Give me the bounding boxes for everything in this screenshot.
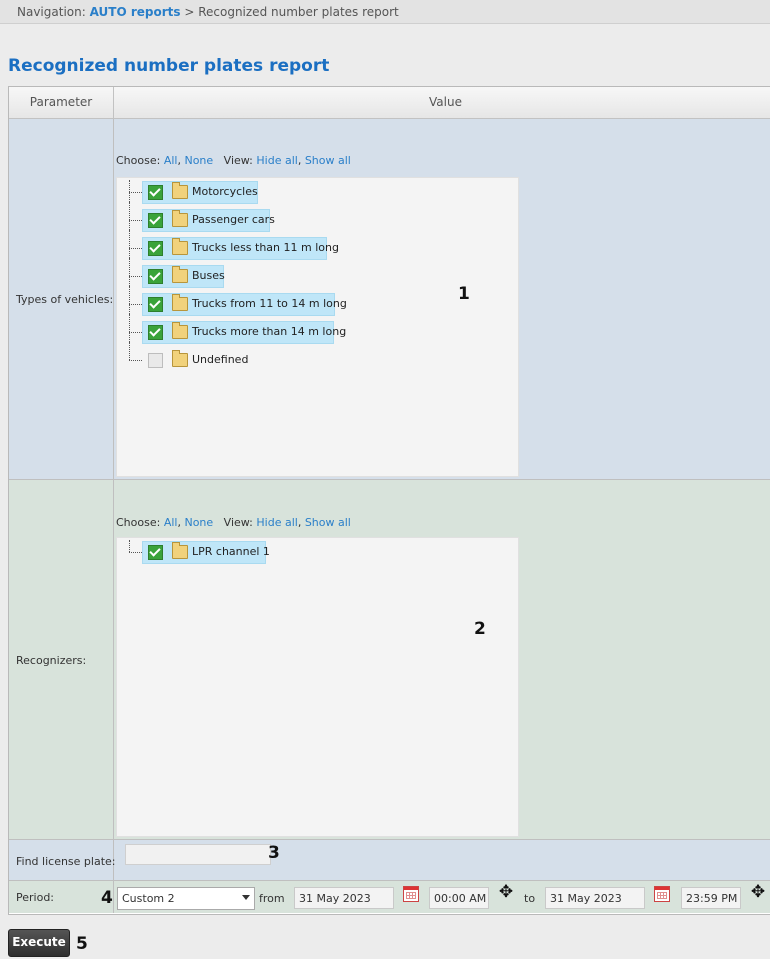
period-select[interactable]: Custom 2: [117, 887, 255, 910]
choose-all-link[interactable]: All: [164, 154, 178, 167]
to-label: to: [524, 892, 536, 905]
report-parameters-table: Parameter Value Types of vehicles: Choos…: [8, 86, 770, 915]
choose-label: Choose:: [116, 154, 161, 167]
period-label: Period:: [16, 891, 55, 904]
tree-item-motorcycles[interactable]: Motorcycles: [117, 180, 517, 204]
from-time-value: 00:00 AM: [434, 892, 487, 905]
checkbox[interactable]: [148, 325, 163, 340]
tree-item-undefined[interactable]: Undefined: [117, 342, 517, 372]
chevron-down-icon: [242, 895, 250, 900]
folder-icon: [172, 210, 188, 227]
calendar-icon[interactable]: [403, 886, 419, 902]
recognizers-label: Recognizers:: [16, 654, 87, 667]
plate-label: Find license plate:: [16, 855, 116, 868]
tree-item-label: Undefined: [192, 353, 249, 366]
from-time-field[interactable]: 00:00 AM: [429, 887, 489, 909]
time-picker-icon[interactable]: ✥: [748, 882, 768, 902]
recognizers-choose-bar: Choose: All, None View: Hide all, Show a…: [116, 516, 351, 529]
tree-item-passenger-cars[interactable]: Passenger cars: [117, 202, 517, 232]
folder-icon: [172, 322, 188, 339]
to-time-value: 23:59 PM: [686, 892, 738, 905]
tree-item-buses[interactable]: Buses: [117, 258, 517, 288]
to-date-field[interactable]: 31 May 2023: [545, 887, 645, 909]
breadcrumb-prefix: Navigation:: [17, 5, 90, 19]
navigation-bar: Navigation: AUTO reports > Recognized nu…: [0, 0, 770, 24]
to-date-value: 31 May 2023: [550, 892, 622, 905]
license-plate-input[interactable]: [125, 844, 271, 865]
annotation-marker-1: 1: [458, 284, 470, 304]
annotation-marker-4: 4: [101, 888, 113, 908]
plate-label-cell: Find license plate:: [9, 840, 116, 880]
checkbox[interactable]: [148, 297, 163, 312]
annotation-marker-2: 2: [474, 619, 486, 639]
checkbox[interactable]: [148, 213, 163, 228]
vehicles-label: Types of vehicles:: [16, 293, 114, 306]
show-all-link[interactable]: Show all: [305, 154, 351, 167]
annotation-marker-3: 3: [268, 843, 280, 863]
tree-item-lpr-channel-1[interactable]: LPR channel 1: [117, 540, 517, 564]
folder-icon: [172, 350, 188, 367]
choose-label: Choose:: [116, 516, 161, 529]
from-label: from: [259, 892, 285, 905]
checkbox[interactable]: [148, 185, 163, 200]
folder-icon: [172, 238, 188, 255]
choose-all-link[interactable]: All: [164, 516, 178, 529]
execute-button[interactable]: Execute: [8, 929, 70, 957]
from-date-value: 31 May 2023: [299, 892, 371, 905]
view-label: View:: [223, 516, 253, 529]
tree-item-label: Trucks more than 14 m long: [192, 325, 347, 338]
tree-item-label: Trucks from 11 to 14 m long: [192, 297, 347, 310]
tree-item-label: Buses: [192, 269, 225, 282]
vehicles-choose-bar: Choose: All, None View: Hide all, Show a…: [116, 154, 351, 167]
folder-icon: [172, 294, 188, 311]
tree-item-trucks-less-11m[interactable]: Trucks less than 11 m long: [117, 230, 517, 260]
plate-row: Find license plate:: [9, 840, 770, 881]
tree-item-label: Motorcycles: [192, 185, 258, 198]
tree-item-trucks-11-14m[interactable]: Trucks from 11 to 14 m long: [117, 286, 517, 316]
tree-item-label: Passenger cars: [192, 213, 275, 226]
checkbox[interactable]: [148, 241, 163, 256]
vehicles-label-cell: Types of vehicles:: [9, 119, 114, 479]
folder-icon: [172, 266, 188, 283]
breadcrumb: Navigation: AUTO reports > Recognized nu…: [17, 5, 399, 19]
recognizers-row: Recognizers: Choose: All, None View: Hid…: [9, 480, 770, 840]
checkbox[interactable]: [148, 353, 163, 368]
show-all-link[interactable]: Show all: [305, 516, 351, 529]
time-picker-icon[interactable]: ✥: [496, 882, 516, 902]
page-title: Recognized number plates report: [8, 56, 330, 76]
column-header-parameter: Parameter: [9, 87, 114, 119]
choose-none-link[interactable]: None: [184, 154, 213, 167]
checkbox[interactable]: [148, 545, 163, 560]
tree-item-label: LPR channel 1: [192, 545, 270, 558]
period-label-cell: Period:: [9, 881, 114, 913]
hide-all-link[interactable]: Hide all: [256, 154, 297, 167]
annotation-marker-5: 5: [76, 934, 88, 954]
recognizers-tree: LPR channel 1: [116, 537, 519, 837]
hide-all-link[interactable]: Hide all: [256, 516, 297, 529]
tree-item-label: Trucks less than 11 m long: [192, 241, 339, 254]
to-time-field[interactable]: 23:59 PM: [681, 887, 741, 909]
vehicles-tree: Motorcycles Passenger cars Trucks less t…: [116, 177, 519, 477]
period-select-value: Custom 2: [122, 892, 175, 905]
from-date-field[interactable]: 31 May 2023: [294, 887, 394, 909]
breadcrumb-link-auto-reports[interactable]: AUTO reports: [90, 5, 181, 19]
column-header-value: Value: [114, 87, 770, 119]
choose-none-link[interactable]: None: [184, 516, 213, 529]
breadcrumb-separator: >: [180, 5, 199, 19]
checkbox[interactable]: [148, 269, 163, 284]
folder-icon: [172, 182, 188, 199]
breadcrumb-current: Recognized number plates report: [198, 5, 399, 19]
recognizers-label-cell: Recognizers:: [9, 480, 114, 839]
tree-item-trucks-more-14m[interactable]: Trucks more than 14 m long: [117, 314, 517, 344]
vehicles-row: Types of vehicles: Choose: All, None Vie…: [9, 119, 770, 480]
view-label: View:: [223, 154, 253, 167]
folder-icon: [172, 542, 188, 559]
calendar-icon[interactable]: [654, 886, 670, 902]
